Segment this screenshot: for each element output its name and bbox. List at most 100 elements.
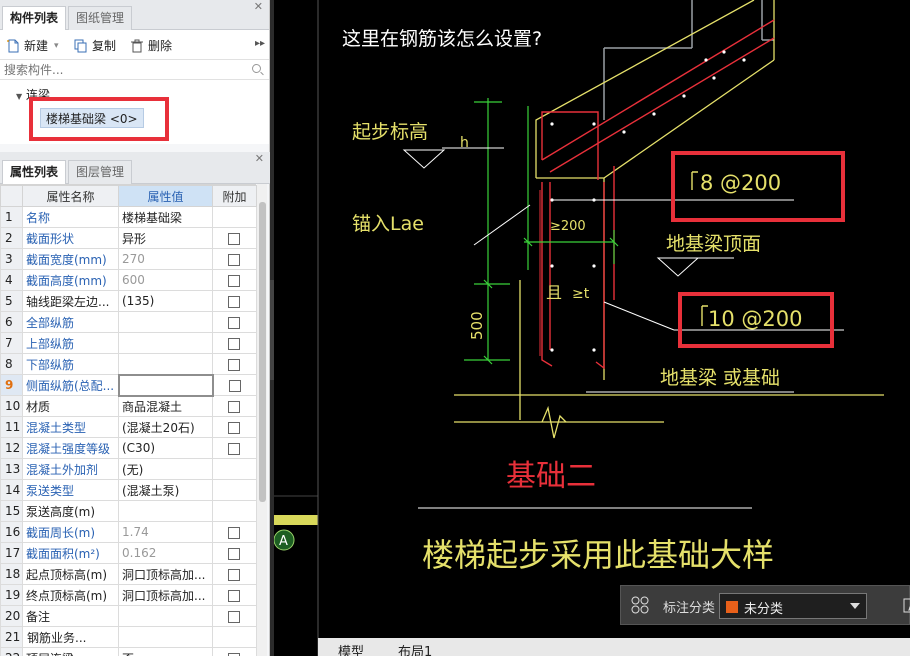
more-icon[interactable]: ▸▸ (255, 38, 265, 49)
property-scrollbar[interactable] (257, 184, 267, 656)
property-name: 起点顶标高(m) (22, 563, 119, 585)
property-name: 钢筋业务... (22, 626, 119, 648)
property-row[interactable]: 12 混凝土强度等级 (C30) (0, 437, 257, 459)
extra-checkbox[interactable] (228, 358, 240, 371)
label-foundation: 基础二 (506, 459, 596, 494)
property-value[interactable]: 600 (118, 269, 213, 291)
extra-checkbox[interactable] (228, 274, 240, 287)
row-index: 17 (0, 542, 23, 564)
scroll-thumb[interactable] (259, 202, 266, 502)
row-index: 4 (0, 269, 23, 291)
property-value[interactable]: 洞口顶标高加... (118, 563, 213, 585)
close-icon[interactable]: ✕ (255, 152, 264, 165)
property-value[interactable] (118, 626, 213, 648)
property-row[interactable]: 18 起点顶标高(m) 洞口顶标高加... (0, 563, 257, 585)
property-row[interactable]: 16 截面周长(m) 1.74 (0, 521, 257, 543)
property-value[interactable]: (无) (118, 458, 213, 480)
tab-component-list[interactable]: 构件列表 (2, 6, 67, 31)
extra-checkbox[interactable] (228, 652, 240, 656)
property-row[interactable]: 2 截面形状 异形 (0, 227, 257, 249)
property-value[interactable]: 否 (118, 647, 213, 656)
property-row[interactable]: 15 泵送高度(m) (0, 500, 257, 522)
extra-checkbox[interactable] (228, 316, 240, 329)
extra-checkbox[interactable] (228, 295, 240, 308)
property-row[interactable]: 14 泵送类型 (混凝土泵) (0, 479, 257, 501)
property-row[interactable]: 1 名称 楼梯基础梁 (0, 206, 257, 228)
property-value[interactable] (118, 311, 213, 333)
extra-checkbox[interactable] (228, 421, 240, 434)
tab-property-list[interactable]: 属性列表 (2, 160, 67, 185)
property-value[interactable] (118, 353, 213, 375)
property-row[interactable]: 3 截面宽度(mm) 270 (0, 248, 257, 270)
extra-checkbox[interactable] (228, 379, 241, 392)
chevron-down-icon[interactable] (850, 603, 860, 609)
cad-canvas[interactable]: 起步标高 h 锚入Lae ≥200 且 ≥t 500 8 @200 10 @20… (274, 0, 910, 656)
row-index: 10 (0, 395, 23, 417)
property-row[interactable]: 11 混凝土类型 (混凝土20石) (0, 416, 257, 438)
property-value[interactable]: 270 (118, 248, 213, 270)
new-button[interactable]: 新建 ▾ (6, 38, 59, 54)
close-icon[interactable]: ✕ (254, 0, 263, 13)
tree-item-stair-beam[interactable]: 楼梯基础梁 <0> (40, 108, 144, 128)
property-name: 混凝土强度等级 (22, 437, 119, 459)
property-row[interactable]: 10 材质 商品混凝土 (0, 395, 257, 417)
extra-checkbox[interactable] (228, 400, 240, 413)
extra-checkbox[interactable] (228, 337, 240, 350)
left-panel: 构件列表 图纸管理 ✕ 新建 ▾ 复制 删除 ▸▸ 搜索构件... ▼ 连梁 楼… (0, 0, 270, 656)
property-value[interactable]: 楼梯基础梁 (118, 206, 213, 228)
extra-checkbox[interactable] (228, 526, 240, 539)
property-value[interactable]: (混凝土泵) (118, 479, 213, 501)
property-extra (212, 479, 257, 501)
property-row[interactable]: 19 终点顶标高(m) 洞口顶标高加... (0, 584, 257, 606)
row-index: 18 (0, 563, 23, 585)
tab-layer-manage[interactable]: 图层管理 (68, 160, 133, 184)
tab-drawing-manage[interactable]: 图纸管理 (68, 6, 133, 30)
property-row[interactable]: 13 混凝土外加剂 (无) (0, 458, 257, 480)
property-row[interactable]: 5 轴线距梁左边... (135) (0, 290, 257, 312)
property-value[interactable] (118, 332, 213, 354)
extra-checkbox[interactable] (228, 568, 240, 581)
row-index: 16 (0, 521, 23, 543)
property-row[interactable]: 8 下部纵筋 (0, 353, 257, 375)
property-value[interactable]: (C30) (118, 437, 213, 459)
new-label: 新建 (24, 39, 49, 53)
property-value[interactable]: (135) (118, 290, 213, 312)
annotation-category-select[interactable]: 未分类 (719, 593, 867, 619)
copy-button[interactable]: 复制 (74, 38, 116, 54)
expand-icon[interactable]: ▼ (16, 92, 22, 101)
property-value[interactable]: 异形 (118, 227, 213, 249)
property-row[interactable]: 22 顶层连梁否 (0, 647, 257, 656)
tab-model[interactable]: 模型 (338, 641, 364, 656)
extra-checkbox[interactable] (228, 547, 240, 560)
delete-button[interactable]: 删除 (130, 38, 172, 54)
search-icon[interactable] (252, 64, 261, 73)
property-value[interactable] (117, 373, 214, 397)
extra-checkbox[interactable] (228, 589, 240, 602)
property-row[interactable]: 7 上部纵筋 (0, 332, 257, 354)
property-row[interactable]: 6 全部纵筋 (0, 311, 257, 333)
property-name: 轴线距梁左边... (22, 290, 119, 312)
property-value[interactable] (118, 500, 213, 522)
property-value[interactable]: 1.74 (118, 521, 213, 543)
property-value[interactable]: 0.162 (118, 542, 213, 564)
property-value[interactable]: 商品混凝土 (118, 395, 213, 417)
property-row[interactable]: 17 截面面积(m²) 0.162 (0, 542, 257, 564)
property-value[interactable]: 洞口顶标高加... (118, 584, 213, 606)
extra-checkbox[interactable] (228, 232, 240, 245)
chevron-down-icon[interactable]: ▾ (54, 38, 59, 54)
extra-checkbox[interactable] (228, 610, 240, 623)
row-index: 15 (0, 500, 23, 522)
tree-group[interactable]: ▼ 连梁 (16, 86, 50, 103)
property-row[interactable]: 9 侧面纵筋(总配... (0, 373, 257, 397)
extra-checkbox[interactable] (228, 442, 240, 455)
property-row[interactable]: 4 截面高度(mm) 600 (0, 269, 257, 291)
property-value[interactable] (118, 605, 213, 627)
property-extra (212, 395, 257, 417)
extra-checkbox[interactable] (228, 253, 240, 266)
property-row[interactable]: 20 备注 (0, 605, 257, 627)
label-rebar-8: 8 @200 (700, 171, 781, 195)
search-input[interactable] (4, 62, 244, 78)
property-value[interactable]: (混凝土20石) (118, 416, 213, 438)
tab-layout1[interactable]: 布局1 (398, 641, 432, 656)
property-row[interactable]: 21 钢筋业务... (0, 626, 257, 648)
